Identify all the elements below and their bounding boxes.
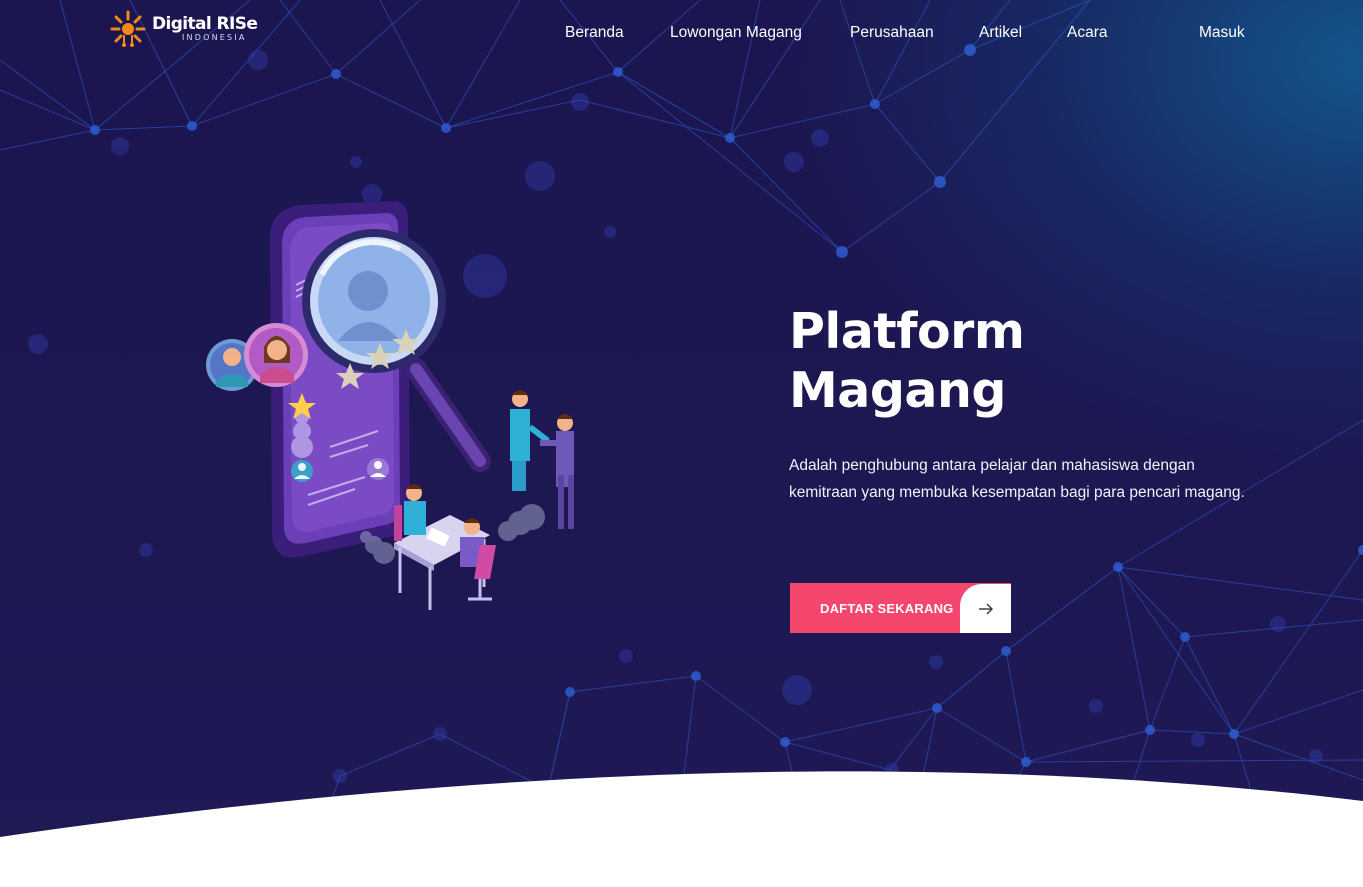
page: Digital RISe INDONESIA Beranda Lowongan … [0,0,1363,887]
recruitment-search-illustration [206,201,574,610]
arrow-right-icon [960,584,1011,633]
hero-description: Adalah penghubung antara pelajar dan mah… [789,457,1245,501]
nav-perusahaan[interactable]: Perusahaan [850,22,934,44]
main-nav: Beranda Lowongan Magang Perusahaan Artik… [0,22,1363,44]
bottom-wave [0,771,1363,887]
hero-title-line-2: Magang [789,362,1006,419]
hero-title-line-1: Platform [789,303,1025,360]
register-now-label: DAFTAR SEKARANG [820,600,954,616]
nav-masuk[interactable]: Masuk [1199,22,1245,44]
nav-lowongan-magang[interactable]: Lowongan Magang [670,22,802,44]
hero-section: Digital RISe INDONESIA Beranda Lowongan … [0,0,1363,887]
nav-acara[interactable]: Acara [1067,22,1108,44]
register-now-button[interactable]: DAFTAR SEKARANG [790,583,1011,633]
hero-title: Platform Magang [789,302,1025,420]
nav-artikel[interactable]: Artikel [979,22,1022,44]
nav-beranda[interactable]: Beranda [565,22,624,44]
